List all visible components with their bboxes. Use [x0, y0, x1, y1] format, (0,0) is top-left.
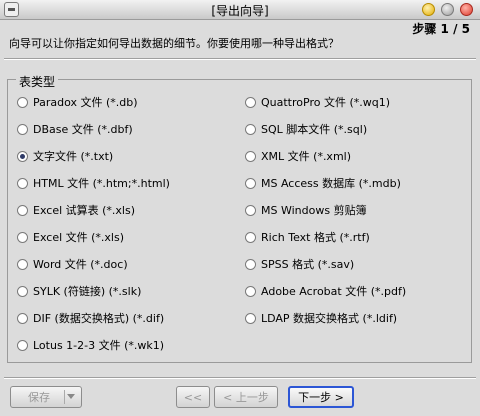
step-indicator: 步骤 1 / 5 — [412, 22, 470, 36]
radio-label: HTML 文件 (*.htm;*.html) — [33, 177, 170, 190]
radio-option-paradox[interactable]: Paradox 文件 (*.db) — [17, 94, 138, 110]
split-divider — [64, 390, 65, 404]
radio-button-selected[interactable] — [17, 150, 28, 162]
maximize-button[interactable] — [441, 3, 454, 16]
radio-button[interactable] — [17, 96, 28, 108]
radio-label: 文字文件 (*.txt) — [33, 150, 114, 163]
header-separator — [4, 58, 476, 60]
radio-button[interactable] — [245, 123, 256, 135]
minimize-button[interactable] — [422, 3, 435, 16]
radio-option-ldif[interactable]: LDAP 数据交换格式 (*.ldif) — [245, 310, 397, 326]
radio-option-lotus[interactable]: Lotus 1-2-3 文件 (*.wk1) — [17, 337, 164, 353]
radio-option-sylk[interactable]: SYLK (符链接) (*.slk) — [17, 283, 141, 299]
first-step-label: << — [183, 390, 203, 404]
radio-button[interactable] — [245, 204, 256, 216]
radio-option-sql[interactable]: SQL 脚本文件 (*.sql) — [245, 121, 367, 137]
radio-option-clipboard[interactable]: MS Windows 剪贴簿 — [245, 202, 367, 218]
radio-button[interactable] — [245, 96, 256, 108]
title-bar: [导出向导] — [0, 0, 480, 20]
radio-option-text[interactable]: 文字文件 (*.txt) — [17, 148, 113, 164]
radio-option-excel-sheet[interactable]: Excel 试算表 (*.xls) — [17, 202, 135, 218]
radio-label: Rich Text 格式 (*.rtf) — [261, 231, 370, 244]
radio-label: MS Windows 剪贴簿 — [261, 204, 367, 217]
radio-option-dbase[interactable]: DBase 文件 (*.dbf) — [17, 121, 133, 137]
table-type-label: 表类型 — [16, 73, 59, 90]
next-step-button[interactable]: 下一步 > — [288, 386, 354, 408]
radio-label: Word 文件 (*.doc) — [33, 258, 128, 271]
close-button[interactable] — [460, 3, 473, 16]
radio-option-xml[interactable]: XML 文件 (*.xml) — [245, 148, 351, 164]
radio-button[interactable] — [17, 177, 28, 189]
radio-button[interactable] — [17, 285, 28, 297]
radio-button[interactable] — [245, 285, 256, 297]
window-title: [导出向导] — [211, 4, 269, 18]
radio-option-quattropro[interactable]: QuattroPro 文件 (*.wq1) — [245, 94, 390, 110]
previous-step-button[interactable]: < 上一步 — [214, 386, 278, 408]
radio-button[interactable] — [17, 204, 28, 216]
radio-label: Paradox 文件 (*.db) — [33, 96, 138, 109]
radio-label: QuattroPro 文件 (*.wq1) — [261, 96, 391, 109]
radio-label: SPSS 格式 (*.sav) — [261, 258, 355, 271]
radio-label: DBase 文件 (*.dbf) — [33, 123, 133, 136]
radio-option-html[interactable]: HTML 文件 (*.htm;*.html) — [17, 175, 170, 191]
radio-button[interactable] — [17, 312, 28, 324]
radio-option-word[interactable]: Word 文件 (*.doc) — [17, 256, 128, 272]
next-step-label: 下一步 > — [298, 391, 344, 404]
radio-label: SQL 脚本文件 (*.sql) — [261, 123, 368, 136]
radio-option-excel-file[interactable]: Excel 文件 (*.xls) — [17, 229, 124, 245]
radio-button[interactable] — [245, 258, 256, 270]
radio-option-rtf[interactable]: Rich Text 格式 (*.rtf) — [245, 229, 370, 245]
radio-option-spss[interactable]: SPSS 格式 (*.sav) — [245, 256, 354, 272]
first-step-button[interactable]: << — [176, 386, 210, 408]
radio-button[interactable] — [245, 177, 256, 189]
radio-option-access[interactable]: MS Access 数据库 (*.mdb) — [245, 175, 401, 191]
radio-label: LDAP 数据交换格式 (*.ldif) — [261, 312, 398, 325]
save-button[interactable]: 保存 — [10, 386, 82, 408]
footer-separator — [4, 377, 476, 379]
radio-label: Adobe Acrobat 文件 (*.pdf) — [261, 285, 407, 298]
radio-label: Excel 文件 (*.xls) — [33, 231, 125, 244]
previous-step-label: < 上一步 — [223, 391, 269, 404]
save-button-label: 保存 — [28, 391, 50, 404]
radio-label: XML 文件 (*.xml) — [261, 150, 352, 163]
radio-label: SYLK (符链接) (*.slk) — [33, 285, 142, 298]
instruction-text: 向导可以让你指定如何导出数据的细节。你要使用哪一种导出格式？ — [9, 37, 339, 50]
radio-button[interactable] — [245, 312, 256, 324]
radio-option-dif[interactable]: DIF (数据交换格式) (*.dif) — [17, 310, 164, 326]
radio-button[interactable] — [17, 123, 28, 135]
radio-label: DIF (数据交换格式) (*.dif) — [33, 312, 165, 325]
radio-label: Excel 试算表 (*.xls) — [33, 204, 136, 217]
radio-label: MS Access 数据库 (*.mdb) — [261, 177, 401, 190]
radio-option-pdf[interactable]: Adobe Acrobat 文件 (*.pdf) — [245, 283, 406, 299]
chevron-down-icon[interactable] — [67, 394, 75, 399]
radio-button[interactable] — [245, 231, 256, 243]
radio-label: Lotus 1-2-3 文件 (*.wk1) — [33, 339, 165, 352]
radio-button[interactable] — [245, 150, 256, 162]
radio-button[interactable] — [17, 258, 28, 270]
radio-button[interactable] — [17, 231, 28, 243]
radio-button[interactable] — [17, 339, 28, 351]
